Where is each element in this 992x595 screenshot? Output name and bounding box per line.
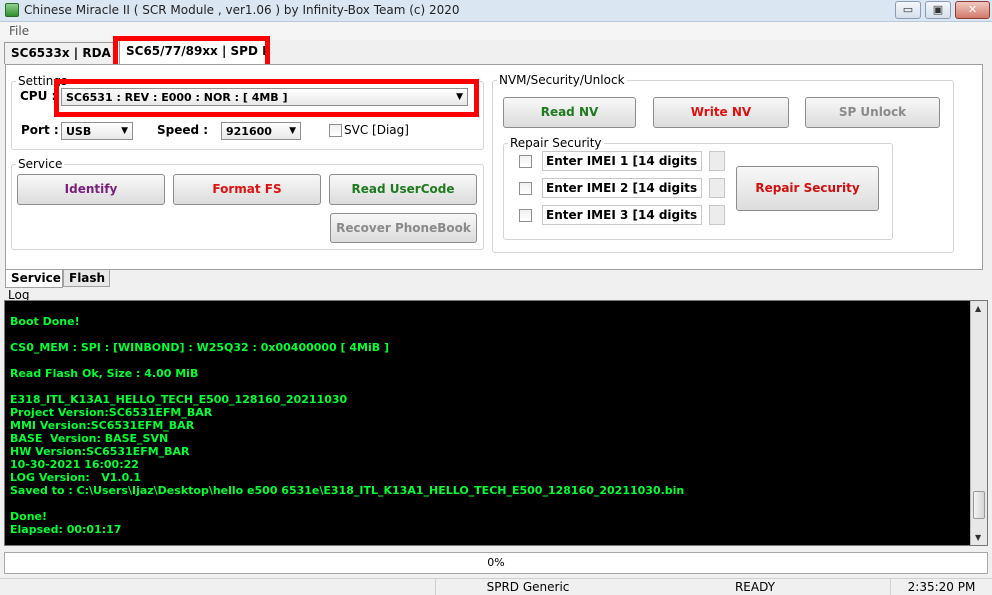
tab-service[interactable]: Service [5, 270, 63, 288]
progress-label: 0% [487, 556, 505, 569]
speed-select-value: 921600 [226, 125, 272, 138]
imei2-input[interactable]: Enter IMEI 2 [14 digits ] [542, 178, 702, 198]
repair-security-button[interactable]: Repair Security [736, 166, 879, 211]
progress-bar: 0% [4, 552, 988, 574]
read-usercode-button[interactable]: Read UserCode [329, 174, 477, 205]
chevron-down-icon: ▼ [289, 126, 296, 136]
port-select-value: USB [66, 125, 92, 138]
svc-diag-label: SVC [Diag] [344, 123, 409, 137]
imei3-checkbox[interactable] [519, 209, 532, 222]
nvm-legend: NVM/Security/Unlock [499, 73, 625, 87]
repair-legend: Repair Security [510, 136, 602, 150]
imei3-input[interactable]: Enter IMEI 3 [14 digits ] [542, 205, 702, 225]
identify-button[interactable]: Identify [17, 174, 165, 205]
recover-phonebook-button[interactable]: Recover PhoneBook [330, 213, 477, 243]
format-fs-button[interactable]: Format FS [173, 174, 321, 205]
imei2-checkbox[interactable] [519, 182, 532, 195]
status-state-cell: READY [620, 579, 890, 595]
close-button[interactable]: ✕ [955, 1, 990, 19]
scroll-thumb[interactable] [973, 491, 985, 519]
imei1-check-indicator [709, 151, 725, 171]
maximize-button[interactable]: ▣ [925, 1, 951, 19]
log-text: Boot Done! CS0_MEM : SPI : [WINBOND] : W… [10, 315, 685, 536]
read-nv-button[interactable]: Read NV [503, 97, 636, 128]
port-select[interactable]: USB ▼ [61, 122, 133, 140]
status-time: 2:35:20 PM [890, 579, 992, 595]
window-title: Chinese Miracle II ( SCR Module , ver1.0… [24, 3, 460, 17]
sp-unlock-button[interactable]: SP Unlock [805, 97, 940, 128]
status-bar: SPRD Generic READY 2:35:20 PM [0, 578, 992, 595]
cpu-label: CPU : [20, 89, 57, 103]
tab-sc6533x-rda[interactable]: SC6533x | RDA SC [4, 42, 117, 64]
tab-flash[interactable]: Flash [63, 269, 110, 287]
imei3-check-indicator [709, 205, 725, 225]
title-bar: Chinese Miracle II ( SCR Module , ver1.0… [0, 0, 992, 22]
speed-label: Speed : [157, 123, 209, 137]
scroll-down-icon[interactable]: ▼ [975, 533, 981, 542]
scroll-up-icon[interactable]: ▲ [975, 304, 981, 313]
app-icon [5, 3, 19, 17]
imei1-checkbox[interactable] [519, 155, 532, 168]
highlight-box-cpu [54, 79, 479, 117]
port-label: Port : [21, 123, 59, 137]
status-state: READY [734, 580, 776, 594]
minimize-button[interactable]: ▭ [895, 1, 921, 19]
imei1-input[interactable]: Enter IMEI 1 [14 digits ] [542, 151, 702, 171]
status-empty [0, 579, 435, 595]
write-nv-button[interactable]: Write NV [653, 97, 789, 128]
log-panel: Boot Done! CS0_MEM : SPI : [WINBOND] : W… [4, 300, 988, 546]
log-scrollbar[interactable]: ▲ ▼ [970, 301, 987, 545]
speed-select[interactable]: 921600 ▼ [221, 122, 301, 140]
service-legend: Service [18, 157, 63, 171]
imei2-check-indicator [709, 178, 725, 198]
menu-file[interactable]: File [9, 24, 29, 38]
status-protocol: SPRD Generic [435, 579, 620, 595]
chevron-down-icon: ▼ [121, 126, 128, 136]
svc-diag-checkbox[interactable] [329, 124, 342, 137]
